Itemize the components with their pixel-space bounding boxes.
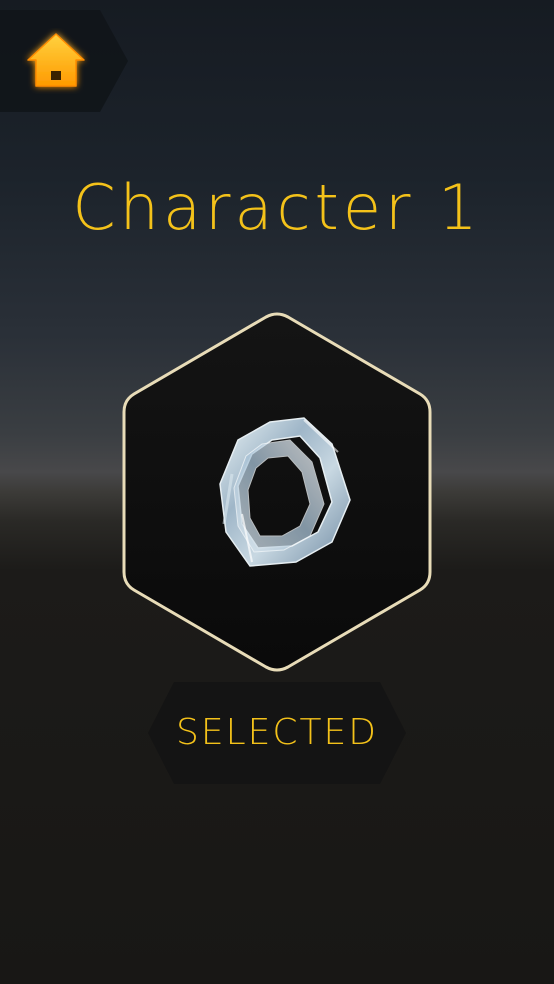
character-model — [219, 417, 351, 567]
character-select-screen: { "header": { "home_icon": "home-icon" }… — [0, 0, 554, 984]
select-button[interactable] — [148, 682, 406, 784]
home-button[interactable] — [22, 28, 90, 94]
character-title: Character 1 — [72, 171, 482, 244]
home-icon — [27, 33, 85, 87]
